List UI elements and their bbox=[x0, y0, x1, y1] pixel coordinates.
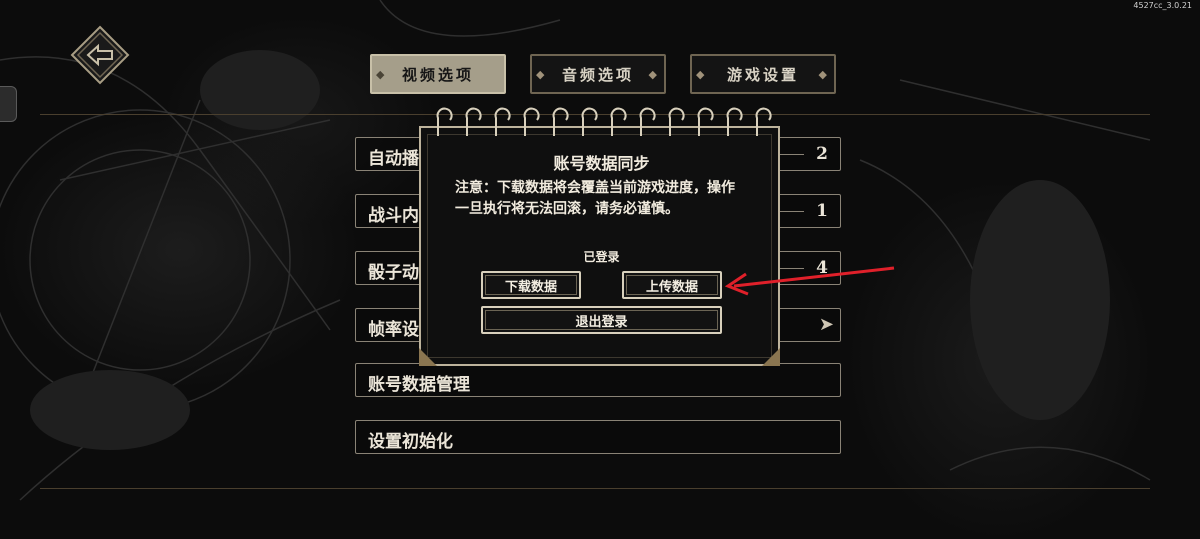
setting-value: 1 bbox=[816, 201, 828, 221]
setting-row-account-data[interactable]: 账号数据管理 bbox=[355, 363, 841, 397]
tab-decoration-icon: ◆ bbox=[376, 68, 388, 81]
notepad-rings-icon bbox=[436, 107, 772, 136]
footer-divider bbox=[40, 488, 1150, 489]
setting-label: 骰子动 bbox=[368, 263, 419, 283]
tab-decoration-icon: ◆ bbox=[536, 68, 548, 81]
tab-video-options[interactable]: 视频选项 ◆ bbox=[370, 54, 506, 94]
tab-decoration-icon: ◆ bbox=[818, 68, 830, 81]
setting-label: 帧率设 bbox=[368, 320, 419, 340]
account-sync-dialog: 账号数据同步 注意：下载数据将会覆盖当前游戏进度，操作一旦执行将无法回滚，请务必… bbox=[419, 126, 780, 366]
tab-audio-options[interactable]: 音频选项 ◆ ◆ bbox=[530, 54, 666, 94]
tab-label: 视频选项 bbox=[401, 65, 474, 84]
setting-label: 账号数据管理 bbox=[368, 375, 470, 395]
setting-row-reset[interactable]: 设置初始化 bbox=[355, 420, 841, 454]
setting-label: 自动播 bbox=[368, 149, 419, 169]
tab-decoration-icon: ◆ bbox=[696, 68, 708, 81]
setting-label: 设置初始化 bbox=[368, 432, 453, 452]
tab-label: 游戏设置 bbox=[726, 65, 799, 84]
tab-label: 音频选项 bbox=[561, 65, 634, 84]
back-button[interactable] bbox=[70, 25, 130, 85]
tab-decoration-icon: ◆ bbox=[648, 68, 660, 81]
tab-game-settings[interactable]: 游戏设置 ◆ ◆ bbox=[690, 54, 836, 94]
side-panel-tab[interactable] bbox=[0, 86, 17, 122]
setting-label: 战斗内 bbox=[368, 206, 419, 226]
annotation-arrow-icon bbox=[724, 266, 895, 296]
dialog-corner-decor bbox=[419, 348, 780, 366]
version-label: 4527cc_3.0.21 bbox=[1133, 1, 1192, 10]
back-arrow-icon bbox=[70, 25, 130, 85]
setting-value: 2 bbox=[816, 144, 828, 164]
chevron-right-icon[interactable]: ➤ bbox=[819, 314, 834, 335]
